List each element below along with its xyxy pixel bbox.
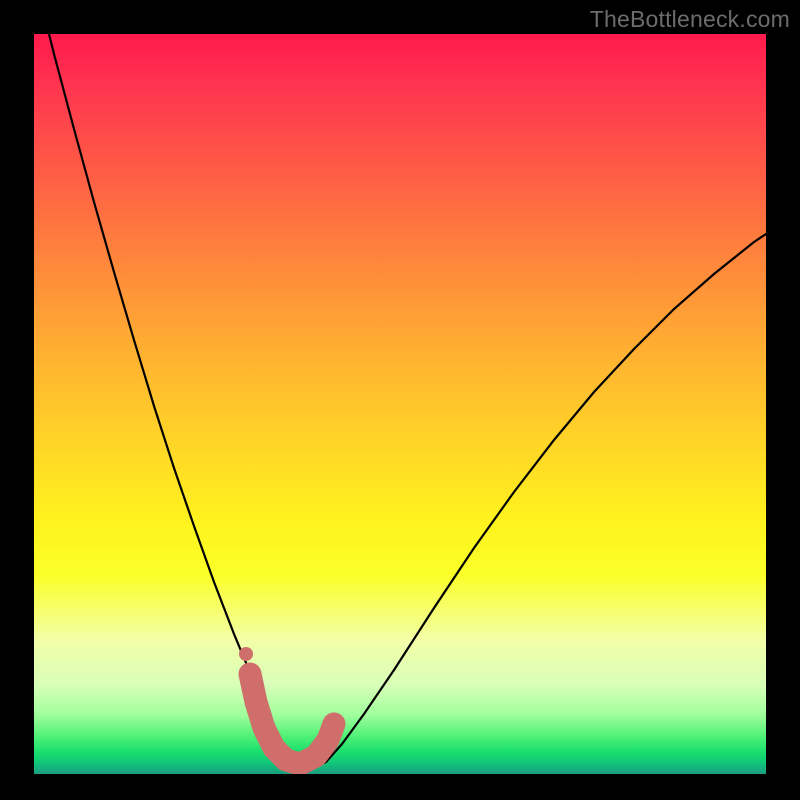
watermark-text: TheBottleneck.com xyxy=(590,6,790,33)
chart-frame: TheBottleneck.com xyxy=(0,0,800,800)
bottleneck-curve xyxy=(34,34,766,769)
curve-layer xyxy=(34,34,766,774)
highlight-band xyxy=(250,674,334,764)
highlight-dot xyxy=(239,647,253,661)
plot-area xyxy=(34,34,766,774)
